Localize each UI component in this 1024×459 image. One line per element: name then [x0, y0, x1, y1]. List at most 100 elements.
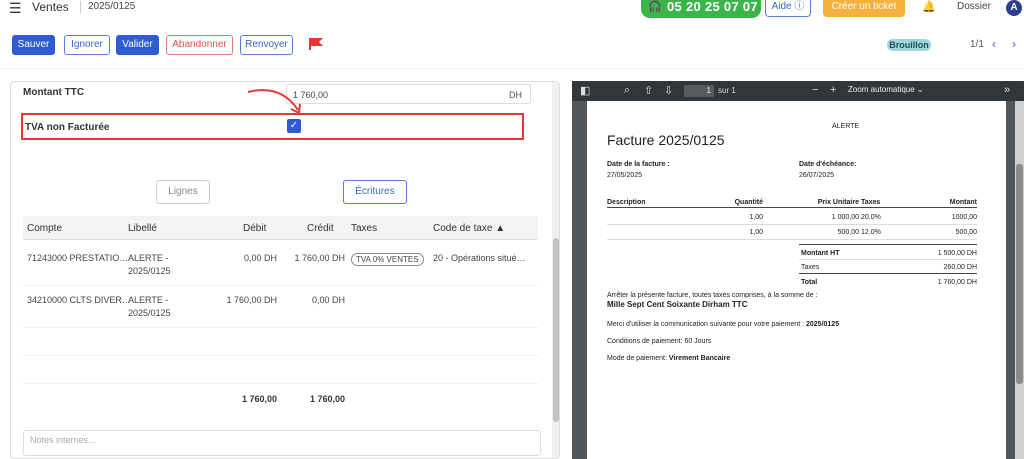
page-number-input[interactable]: 1 [684, 85, 714, 97]
pdf-page: ALERTE Facture 2025/0125 Date de la fact… [587, 101, 1006, 459]
cell-debit: 0,00 DH [243, 253, 277, 263]
table-row[interactable]: 34210000 CLTS DIVER… ALERTE - 2025/0125 … [23, 286, 538, 328]
avatar[interactable]: A [1006, 0, 1022, 16]
header-tax-code[interactable]: Code de taxe ▲ [433, 223, 505, 234]
save-button[interactable]: Sauver [12, 35, 55, 55]
header-taxes[interactable]: Taxes [351, 223, 377, 234]
pdf-mode-value: Virement Bancaire [668, 355, 731, 362]
pdf-arrete-text: Arrêter la présente facture, toutes taxe… [607, 292, 818, 299]
pdf-ht-label: Montant HT [801, 250, 840, 257]
bell-icon[interactable]: 🔔 [922, 0, 936, 13]
internal-notes-input[interactable]: Notes internes... [23, 430, 541, 456]
pdf-company: ALERTE [832, 123, 860, 130]
pdf-viewer: ◧ ⌕ ⇧ ⇩ 1 sur 1 − + Zoom automatique ⌄ »… [572, 81, 1024, 459]
status-badge: Brouillon [887, 39, 931, 51]
pdf-scrollbar[interactable] [1015, 101, 1024, 459]
ignore-button[interactable]: Ignorer [64, 35, 110, 55]
header-account[interactable]: Compte [27, 223, 62, 234]
pdf-due-date-label: Date d'échéance: [799, 161, 857, 168]
dossier-menu[interactable]: Dossier [957, 1, 991, 12]
create-ticket-button[interactable]: Créer un ticket [823, 0, 905, 17]
cell-debit: 1 760,00 DH [226, 295, 277, 305]
chevron-left-icon[interactable]: ‹ [992, 37, 996, 51]
pdf-title: Facture 2025/0125 [607, 132, 725, 148]
resend-button[interactable]: Renvoyer [240, 35, 293, 55]
pdf-total-value: 1 760,00 DH [937, 279, 977, 286]
table-row[interactable]: 71243000 PRESTATIO… ALERTE - 2025/0125 0… [23, 240, 538, 286]
pdf-line-price: 500,00 [837, 229, 859, 236]
pdf-divider [607, 207, 977, 208]
app-title: Ventes [32, 0, 69, 14]
sidebar-toggle-icon[interactable]: ◧ [580, 84, 590, 97]
divider [0, 68, 1024, 69]
page-count: sur 1 [718, 86, 736, 95]
ttc-unit: DH [509, 90, 522, 100]
menu-icon[interactable]: ☰ [9, 1, 22, 15]
support-phone-button[interactable]: 🎧 05 20 25 07 07 [641, 0, 761, 18]
pdf-due-date: 26/07/2025 [799, 172, 835, 179]
pdf-conditions: Conditions de paiement: 60 Jours [607, 338, 712, 345]
zoom-select[interactable]: Zoom automatique ⌄ [848, 85, 924, 94]
header-label[interactable]: Libellé [128, 223, 157, 234]
pdf-line-amount: 1000,00 [951, 214, 977, 221]
pdf-comm-prefix: Merci d'utiliser la communication suivan… [607, 321, 805, 328]
more-tools-icon[interactable]: » [1004, 84, 1010, 96]
pdf-scrollbar-thumb[interactable] [1016, 164, 1023, 384]
cell-account: 34210000 CLTS DIVER… [27, 295, 131, 305]
pdf-line-tax: 12.0% [861, 229, 881, 236]
top-bar: ☰ Ventes 2025/0125 🎧 05 20 25 07 07 Aide… [0, 0, 1024, 22]
left-scrollbar[interactable] [552, 82, 559, 458]
pdf-divider [607, 239, 977, 240]
left-scrollbar-thumb[interactable] [553, 238, 559, 422]
headset-icon: 🎧 [648, 1, 662, 13]
pdf-header-quantity: Quantité [734, 199, 763, 206]
total-credit: 1 760,00 [309, 394, 345, 404]
pdf-taxes-value: 260,00 DH [943, 264, 977, 271]
tva-label: TVA non Facturée [25, 122, 110, 133]
entries-table-header: Compte Libellé Débit Crédit Taxes Code d… [23, 216, 538, 240]
tab-lines[interactable]: Lignes [156, 180, 210, 204]
tva-checkbox[interactable]: ✓ [287, 119, 301, 133]
header-credit[interactable]: Crédit [307, 223, 334, 234]
cell-label: ALERTE - 2025/0125 [128, 295, 171, 318]
arrow-up-icon[interactable]: ⇧ [644, 84, 653, 97]
tab-entries[interactable]: Écritures [343, 180, 407, 204]
cell-credit: 0,00 DH [311, 295, 345, 305]
help-button[interactable]: Aide ⓘ [765, 0, 811, 17]
pdf-header-description: Description [607, 199, 646, 206]
breadcrumb-separator [80, 1, 81, 13]
cell-credit: 1 760,00 DH [294, 253, 345, 263]
pdf-communication: Merci d'utiliser la communication suivan… [607, 320, 839, 329]
search-icon[interactable]: ⌕ [624, 84, 630, 97]
header-debit[interactable]: Débit [243, 223, 266, 234]
pdf-divider [799, 259, 977, 260]
pdf-ht-value: 1 500,00 DH [937, 250, 977, 257]
arrow-down-icon[interactable]: ⇩ [664, 84, 673, 97]
cell-account: 71243000 PRESTATIO… [27, 253, 129, 263]
invoice-form-panel: Montant TTC 1 760,00 DH TVA non Facturée… [10, 81, 560, 459]
pdf-payment-mode: Mode de paiement: Virement Bancaire [607, 354, 730, 363]
flag-icon[interactable] [309, 38, 323, 50]
ttc-amount-field[interactable]: 1 760,00 DH [286, 84, 531, 104]
pdf-divider [799, 273, 977, 274]
validate-button[interactable]: Valider [116, 35, 159, 55]
pdf-taxes-label: Taxes [801, 264, 820, 271]
pdf-total-label: Total [801, 279, 818, 286]
pdf-divider [607, 224, 977, 225]
pdf-header-unit-price: Prix Unitaire [817, 199, 859, 206]
cell-label: ALERTE - 2025/0125 [128, 253, 171, 276]
pdf-line-qty: 1,00 [749, 229, 763, 236]
cell-tax-code: 20 - Opérations situé… [433, 253, 526, 263]
abandon-button[interactable]: Abandonner [166, 35, 233, 55]
pdf-comm-value: 2025/0125 [806, 321, 840, 328]
pager-text: 1/1 [970, 39, 984, 50]
pdf-invoice-date: 27/05/2025 [607, 172, 643, 179]
chevron-right-icon[interactable]: › [1012, 37, 1016, 51]
zoom-value: Zoom automatique [848, 85, 915, 94]
pdf-mode-prefix: Mode de paiement: [607, 355, 667, 362]
pdf-header-amount: Montant [949, 199, 977, 206]
zoom-out-icon[interactable]: − [812, 84, 818, 96]
table-row-empty [23, 356, 538, 384]
pdf-invoice-date-label: Date de la facture : [607, 161, 670, 168]
zoom-in-icon[interactable]: + [830, 84, 836, 96]
